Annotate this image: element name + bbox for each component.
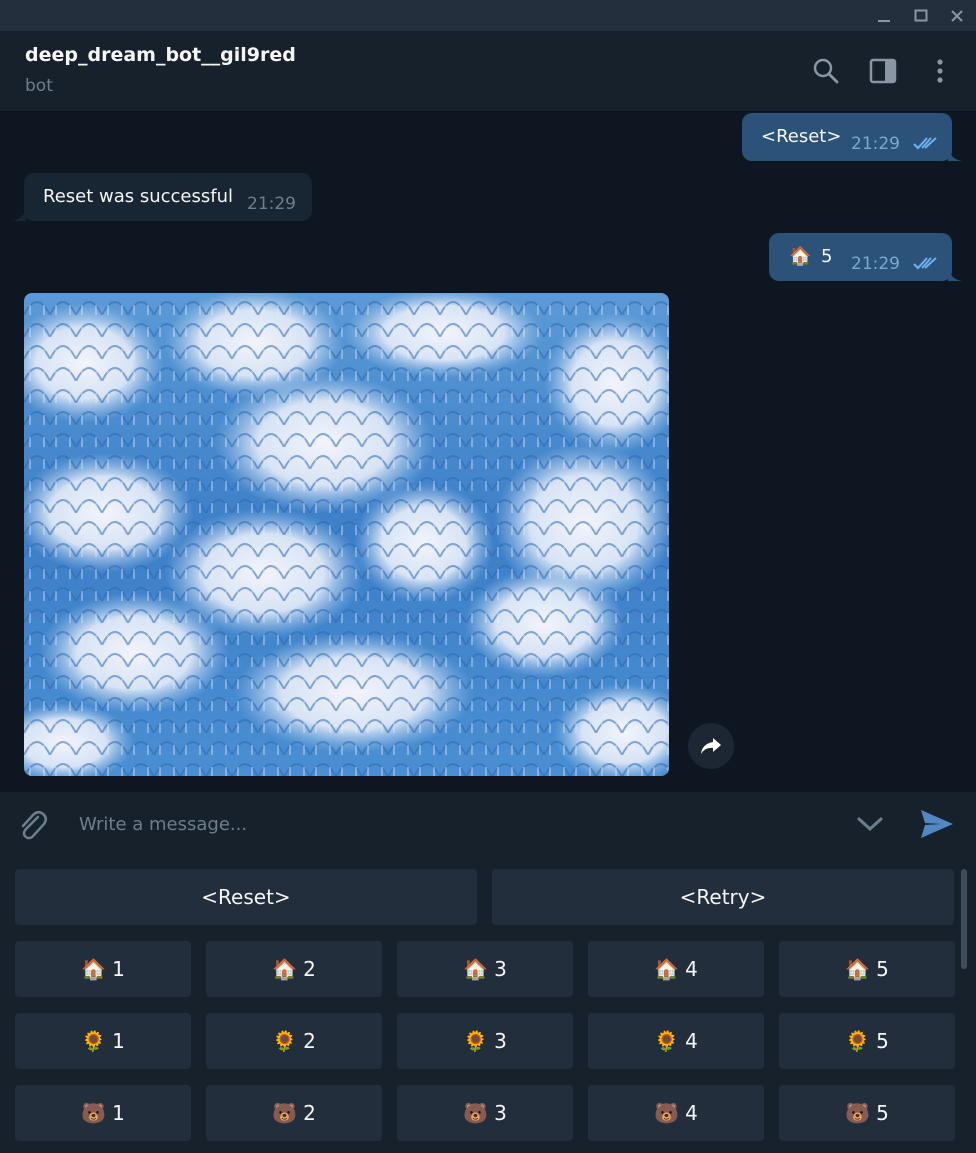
message-time: 21:29: [247, 194, 296, 214]
bear-icon: 🐻: [463, 1101, 489, 1125]
message-time: 21:29: [851, 134, 900, 154]
keyboard-sunflower-button[interactable]: 🌻 1: [15, 1013, 191, 1069]
keyboard-house-button[interactable]: 🏠 4: [588, 941, 764, 997]
message-text: Reset was successful: [43, 186, 234, 207]
house-icon: 🏠: [654, 957, 680, 981]
deep-dream-image: [24, 293, 669, 776]
chat-subtitle: bot: [25, 76, 53, 96]
button-number: 1: [112, 957, 125, 981]
more-vertical-icon: [937, 59, 943, 83]
message-input[interactable]: [70, 804, 830, 844]
search-button[interactable]: [810, 55, 842, 87]
button-number: 5: [876, 957, 889, 981]
bear-icon: 🐻: [272, 1101, 298, 1125]
sunflower-icon: 🌻: [654, 1029, 680, 1053]
sidebar-toggle-button[interactable]: [867, 55, 899, 87]
keyboard-scrollbar[interactable]: [961, 869, 967, 969]
minimize-button[interactable]: [872, 4, 896, 28]
bear-icon: 🐻: [845, 1101, 871, 1125]
keyboard-house-button[interactable]: 🏠 3: [397, 941, 573, 997]
sidebar-toggle-icon: [869, 58, 897, 84]
bear-icon: 🐻: [654, 1101, 680, 1125]
paperclip-icon: [21, 811, 47, 840]
chevron-down-icon: [857, 817, 883, 832]
button-number: 3: [494, 957, 507, 981]
bubble-tail: [948, 267, 962, 281]
minimize-icon: [878, 20, 890, 22]
message-composer: [0, 792, 976, 856]
keyboard-sunflower-button[interactable]: 🌻 2: [206, 1013, 382, 1069]
incoming-message[interactable]: Reset was successful 21:29: [24, 173, 312, 221]
button-number: 2: [303, 1029, 316, 1053]
sunflower-icon: 🌻: [272, 1029, 298, 1053]
keyboard-house-button[interactable]: 🏠 5: [779, 941, 955, 997]
search-icon: [813, 58, 839, 84]
button-number: 5: [876, 1101, 889, 1125]
button-number: 2: [303, 957, 316, 981]
house-icon: 🏠: [845, 957, 871, 981]
send-icon: [921, 810, 953, 838]
sunflower-icon: 🌻: [845, 1029, 871, 1053]
button-number: 5: [876, 1029, 889, 1053]
keyboard-reset-button[interactable]: <Reset>: [15, 869, 477, 925]
more-options-button[interactable]: [924, 55, 956, 87]
bear-icon: 🐻: [81, 1101, 107, 1125]
keyboard-bear-button[interactable]: 🐻 2: [206, 1085, 382, 1141]
button-number: 2: [303, 1101, 316, 1125]
chat-title[interactable]: deep_dream_bot__gil9red: [25, 44, 296, 66]
keyboard-house-button[interactable]: 🏠 1: [15, 941, 191, 997]
sunflower-icon: 🌻: [463, 1029, 489, 1053]
house-icon: 🏠: [272, 957, 298, 981]
house-icon: 🏠: [463, 957, 489, 981]
chat-header: deep_dream_bot__gil9red bot: [0, 31, 976, 112]
share-button[interactable]: [688, 723, 734, 769]
message-emoji: 🏠: [789, 246, 812, 267]
message-text: <Reset>: [761, 126, 842, 147]
bot-keyboard: <Reset> <Retry> 🏠 1 🏠 2 🏠 3 🏠 4 🏠 5 🌻 1 🌻 2 🌻 3 …: [0, 856, 976, 1153]
outgoing-message[interactable]: 🏠 5 21:29: [769, 233, 952, 281]
message-list[interactable]: <Reset> 21:29 Reset was successful 21:29…: [0, 112, 976, 792]
double-check-icon: [913, 257, 937, 270]
button-number: 3: [494, 1101, 507, 1125]
keyboard-bear-button[interactable]: 🐻 4: [588, 1085, 764, 1141]
bubble-tail: [948, 147, 962, 161]
keyboard-sunflower-button[interactable]: 🌻 3: [397, 1013, 573, 1069]
button-number: 1: [112, 1029, 125, 1053]
button-number: 1: [112, 1101, 125, 1125]
close-button[interactable]: [945, 4, 969, 28]
share-icon: [701, 738, 721, 754]
keyboard-bear-button[interactable]: 🐻 1: [15, 1085, 191, 1141]
keyboard-bear-button[interactable]: 🐻 3: [397, 1085, 573, 1141]
message-text: 5: [821, 246, 833, 267]
keyboard-house-button[interactable]: 🏠 2: [206, 941, 382, 997]
button-number: 4: [685, 1101, 698, 1125]
house-icon: 🏠: [81, 957, 107, 981]
outgoing-message[interactable]: <Reset> 21:29: [742, 113, 952, 161]
keyboard-sunflower-button[interactable]: 🌻 4: [588, 1013, 764, 1069]
message-time: 21:29: [851, 254, 900, 274]
maximize-icon: [914, 9, 928, 22]
keyboard-retry-button[interactable]: <Retry>: [492, 869, 954, 925]
keyboard-sunflower-button[interactable]: 🌻 5: [779, 1013, 955, 1069]
send-button[interactable]: [916, 804, 958, 844]
maximize-button[interactable]: [909, 4, 933, 28]
scroll-down-button[interactable]: [852, 806, 888, 842]
window-titlebar: [0, 0, 976, 31]
bubble-tail: [12, 207, 26, 221]
button-number: 4: [685, 1029, 698, 1053]
keyboard-bear-button[interactable]: 🐻 5: [779, 1085, 955, 1141]
button-number: 3: [494, 1029, 507, 1053]
button-number: 4: [685, 957, 698, 981]
photo-message[interactable]: [24, 293, 669, 776]
double-check-icon: [913, 137, 937, 150]
close-icon: [951, 10, 963, 22]
attach-button[interactable]: [14, 806, 52, 844]
sunflower-icon: 🌻: [81, 1029, 107, 1053]
